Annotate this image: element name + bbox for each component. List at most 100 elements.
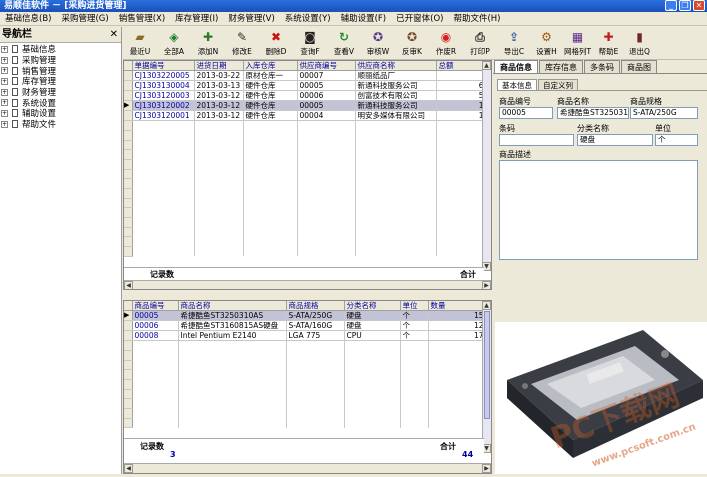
menu-auxiliary[interactable]: 辅助设置(F) [336, 12, 392, 25]
tab-barcodes[interactable]: 多条码 [584, 60, 620, 73]
col-order-date[interactable]: 进货日期 [194, 61, 244, 72]
menu-help[interactable]: 帮助文件(H) [448, 12, 505, 25]
scroll-left-icon[interactable]: ◀ [124, 281, 133, 289]
table-cell[interactable]: 00006 [297, 90, 356, 102]
table-cell[interactable]: S-ATA/160G [286, 320, 345, 332]
table-cell[interactable]: 00005 [297, 80, 356, 92]
category-field[interactable]: 硬盘 [577, 134, 653, 146]
toolbar-button-12[interactable]: ⚙ 设置H [531, 27, 562, 60]
toolbar-button-4[interactable]: ✖ 删除D [259, 27, 293, 60]
table-row[interactable]: 00008 Intel Pentium E2140 LGA 775 CPU 个 17 [124, 330, 485, 342]
table-cell[interactable]: CJ1303120002 [132, 100, 195, 112]
table-cell[interactable]: 2013-03-22 [194, 70, 244, 82]
tab-stock-info[interactable]: 库存信息 [539, 60, 583, 73]
table-cell[interactable]: 6 [436, 80, 485, 92]
table-row[interactable]: ▶ CJ1303120002 2013-03-12 硬件仓库 00005 新通科技服务公司… [124, 100, 485, 112]
nav-close-icon[interactable]: ✕ [110, 27, 118, 43]
table-cell[interactable]: 1 [436, 110, 485, 122]
col-unit[interactable]: 单位 [400, 301, 429, 312]
menu-sales[interactable]: 销售管理(X) [114, 12, 170, 25]
col-supplier-name[interactable]: 供应商名称 [355, 61, 437, 72]
toolbar-button-6[interactable]: ↻ 查看V [327, 27, 361, 60]
nav-item-inventory[interactable]: + 库存管理 [0, 76, 121, 87]
table-cell[interactable]: 明安多媒体有限公司 [355, 110, 437, 122]
table-cell[interactable]: CPU [344, 330, 401, 342]
toolbar-button-0[interactable]: ▰ 最近U [123, 27, 157, 60]
toolbar-button-15[interactable]: ▮ 退出Q [624, 27, 655, 60]
col-supplier-code[interactable]: 供应商编号 [297, 61, 356, 72]
tab-product-info[interactable]: 商品信息 [494, 60, 538, 73]
subtab-custom-columns[interactable]: 自定义列 [538, 79, 578, 90]
table-cell[interactable]: 个 [400, 320, 429, 332]
expand-icon[interactable]: + [1, 109, 8, 117]
table-cell[interactable]: 00005 [132, 310, 179, 322]
product-spec-field[interactable]: S-ATA/250G [630, 107, 698, 119]
table-cell[interactable]: 顺丽纸品厂 [355, 70, 437, 82]
minimize-icon[interactable]: _ [665, 0, 677, 11]
toolbar-button-13[interactable]: ▦ 网格列T [562, 27, 593, 60]
nav-item-sales[interactable]: + 销售管理 [0, 65, 121, 77]
table-cell[interactable]: LGA 775 [286, 330, 345, 342]
expand-icon[interactable]: + [1, 88, 8, 96]
table-cell[interactable]: 00006 [132, 320, 179, 332]
close-icon[interactable]: ✕ [693, 0, 705, 11]
table-cell[interactable]: 12 [428, 320, 485, 332]
table-cell[interactable]: 2013-03-12 [194, 100, 244, 112]
col-quantity[interactable]: 数量 [428, 301, 485, 312]
table-cell[interactable]: CJ1303120003 [132, 90, 195, 102]
table-cell[interactable]: 个 [400, 310, 429, 322]
unit-field[interactable]: 个 [655, 134, 698, 146]
items-horizontal-scrollbar[interactable]: ◀ ▶ [124, 463, 491, 473]
table-row[interactable]: CJ13031200032013-03-12硬件仓库00006创富技术有限公司5 [124, 90, 485, 102]
nav-item-finance[interactable]: + 财务管理 [0, 87, 121, 98]
menu-purchase[interactable]: 采购管理(G) [56, 12, 113, 25]
col-order-no[interactable]: 单据编号 [132, 61, 195, 72]
table-cell[interactable]: 00008 [132, 330, 179, 342]
table-cell[interactable]: 希捷酷鱼ST3250310AS [178, 310, 287, 322]
expand-icon[interactable]: + [1, 120, 8, 128]
table-row[interactable]: 00006 希捷酷鱼ST3160815AS硬盘 S-ATA/160G 硬盘个 12 [124, 320, 485, 332]
nav-item-help[interactable]: + 帮助文件 [0, 119, 121, 130]
restore-icon[interactable]: ❐ [679, 0, 691, 11]
description-field[interactable] [499, 160, 698, 260]
items-vertical-scrollbar[interactable]: ▲ ▼ [482, 301, 491, 453]
nav-item-system[interactable]: + 系统设置 [0, 97, 121, 109]
table-cell[interactable]: 2013-03-13 [194, 80, 244, 92]
col-item-code[interactable]: 商品编号 [132, 301, 179, 312]
menu-basic-info[interactable]: 基础信息(B) [0, 12, 56, 25]
table-cell[interactable]: 硬盘 [344, 320, 401, 332]
barcode-field[interactable] [499, 134, 574, 146]
table-cell[interactable]: 新通科技服务公司 [355, 80, 437, 92]
toolbar-button-11[interactable]: ⇪ 导出C [497, 27, 531, 60]
table-cell[interactable]: CJ1303220005 [132, 70, 195, 82]
table-cell[interactable]: Intel Pentium E2140 [178, 330, 287, 342]
table-row[interactable]: CJ13031300042013-03-13硬件仓库00005新通科技服务公司6 [124, 80, 485, 92]
product-code-field[interactable]: 00005 [499, 107, 553, 119]
table-cell[interactable]: 5 [436, 90, 485, 102]
table-cell[interactable]: 创富技术有限公司 [355, 90, 437, 102]
toolbar-button-3[interactable]: ✎ 修改E [225, 27, 259, 60]
table-cell[interactable]: 硬件仓库 [243, 100, 298, 112]
scroll-up-icon[interactable]: ▲ [482, 61, 491, 70]
scroll-left-icon[interactable]: ◀ [124, 464, 133, 473]
table-cell[interactable]: 2013-03-12 [194, 110, 244, 122]
table-cell[interactable]: 1 [436, 100, 485, 112]
orders-vertical-scrollbar[interactable]: ▲ ▼ [482, 61, 491, 271]
nav-item-purchase[interactable]: + 采购管理 [0, 55, 121, 66]
menu-system[interactable]: 系统设置(Y) [280, 12, 336, 25]
menu-inventory[interactable]: 库存管理(I) [170, 12, 223, 25]
table-cell[interactable]: 00004 [297, 110, 356, 122]
table-row[interactable]: CJ1303220005 2013-03-22 原材仓库一 00007 顺丽纸品厂 [124, 70, 485, 82]
toolbar-button-5[interactable]: ◙ 查询F [293, 27, 327, 60]
toolbar-button-14[interactable]: ✚ 帮助E [593, 27, 624, 60]
table-cell[interactable]: 希捷酷鱼ST3160815AS硬盘 [178, 320, 287, 332]
orders-horizontal-scrollbar[interactable]: ◀ ▶ [124, 280, 491, 289]
table-cell[interactable]: 个 [400, 330, 429, 342]
table-cell[interactable]: 硬件仓库 [243, 110, 298, 122]
table-cell[interactable]: 硬盘 [344, 310, 401, 322]
expand-icon[interactable]: + [1, 67, 8, 75]
col-category[interactable]: 分类名称 [344, 301, 401, 312]
table-cell[interactable] [436, 70, 485, 82]
nav-item-auxiliary[interactable]: + 辅助设置 [0, 108, 121, 119]
nav-item-basic-info[interactable]: + 基础信息 [0, 44, 121, 55]
